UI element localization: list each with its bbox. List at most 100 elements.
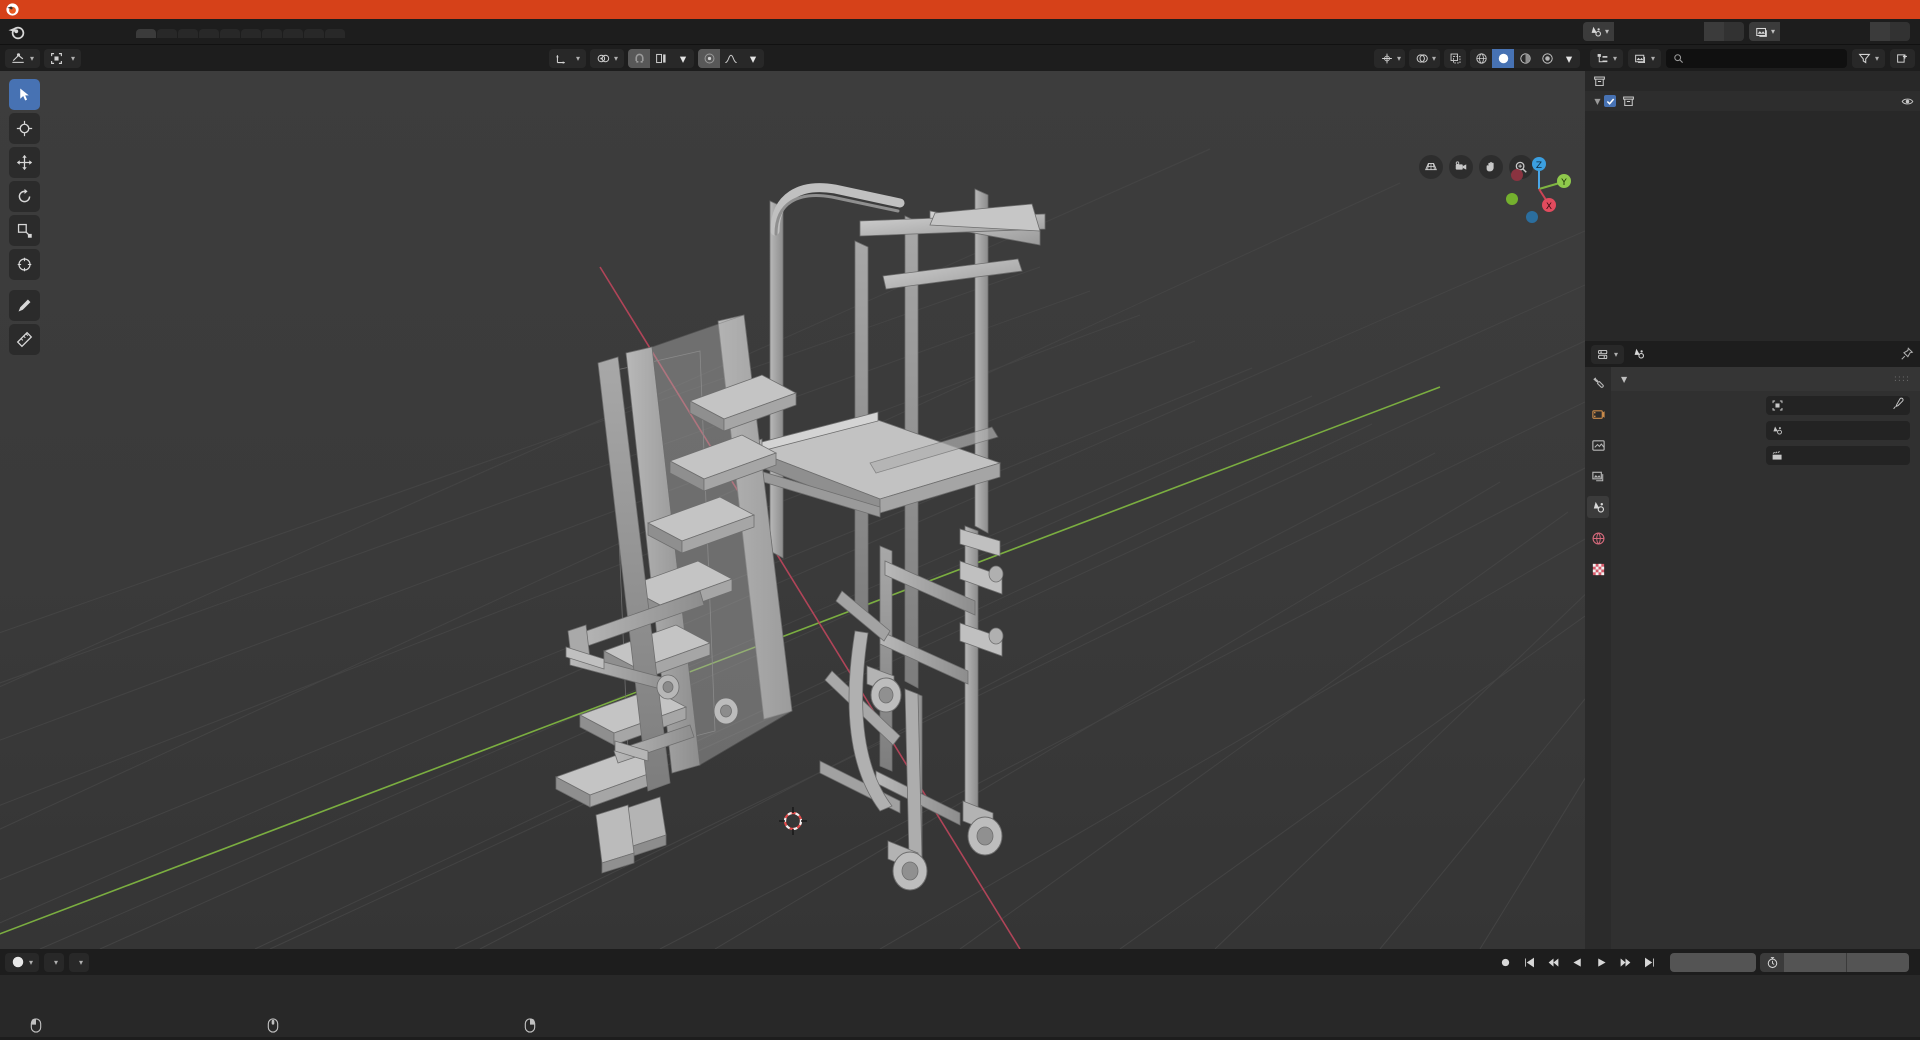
- outliner-search-input[interactable]: [1666, 48, 1847, 68]
- scene-panel-header[interactable]: ▼ ::::: [1611, 367, 1920, 391]
- cursor-tool[interactable]: [9, 113, 40, 144]
- proportional-edit-toggle[interactable]: [698, 48, 721, 68]
- remove-view-layer-button[interactable]: [1890, 22, 1910, 41]
- minimize-button[interactable]: [1788, 0, 1832, 19]
- outliner-new-collection-button[interactable]: [1890, 48, 1915, 68]
- scene-selector[interactable]: ▾: [1582, 22, 1744, 41]
- use-preview-range-icon[interactable]: [1760, 952, 1784, 972]
- eyedropper-icon[interactable]: [1892, 397, 1905, 413]
- show-overlays-controls[interactable]: ▾: [1408, 48, 1440, 68]
- timeline-keying-menu[interactable]: ▾: [69, 952, 90, 972]
- add-workspace-button[interactable]: [346, 30, 362, 36]
- interaction-mode-selector[interactable]: ▾: [44, 48, 82, 68]
- maximize-button[interactable]: [1832, 0, 1876, 19]
- record-icon[interactable]: [1499, 956, 1512, 969]
- pin-icon[interactable]: [1900, 347, 1914, 361]
- previous-keyframe-icon[interactable]: [1547, 956, 1560, 969]
- workspace-tab-rendering[interactable]: [283, 29, 303, 38]
- workspace-tab-modeling[interactable]: [157, 29, 177, 38]
- shading-rendered-button[interactable]: [1536, 49, 1558, 68]
- viewport-menu-view[interactable]: [85, 55, 101, 61]
- current-frame-field[interactable]: [1670, 952, 1756, 972]
- timeline-marker-menu[interactable]: [115, 959, 131, 965]
- toggle-orthographic-button[interactable]: [1419, 155, 1443, 179]
- jump-to-end-icon[interactable]: [1643, 956, 1656, 969]
- outliner-row-collection[interactable]: ▼: [1585, 91, 1920, 111]
- close-button[interactable]: [1876, 0, 1920, 19]
- outliner-tree[interactable]: ▼: [1585, 71, 1920, 341]
- blender-app-icon[interactable]: [7, 22, 27, 42]
- rotate-tool[interactable]: [9, 181, 40, 212]
- unlink-scene-button[interactable]: [1723, 22, 1744, 41]
- menu-edit[interactable]: [50, 29, 68, 35]
- viewport-menu-select[interactable]: [105, 55, 121, 61]
- start-frame-field[interactable]: [1784, 952, 1846, 972]
- render-tab[interactable]: [1587, 403, 1609, 425]
- workspace-tab-scripting[interactable]: [325, 29, 345, 38]
- timeline-playback-menu[interactable]: ▾: [44, 952, 65, 972]
- toggle-xray-button[interactable]: [1444, 49, 1466, 68]
- workspace-tab-texture-paint[interactable]: [220, 29, 240, 38]
- workspace-tab-animation[interactable]: [262, 29, 282, 38]
- shading-options-dropdown[interactable]: ▾: [1558, 49, 1580, 68]
- play-icon[interactable]: [1595, 956, 1608, 969]
- view-layer-selector[interactable]: ▾: [1748, 22, 1910, 41]
- shading-solid-button[interactable]: [1492, 48, 1514, 68]
- workspace-tab-compositing[interactable]: [304, 29, 324, 38]
- scene-name-value[interactable]: [1613, 22, 1704, 41]
- properties-editor-type-selector[interactable]: ▾: [1591, 344, 1625, 364]
- workspace-tab-layout[interactable]: [136, 29, 156, 38]
- timeline-editor-type-selector[interactable]: ▾: [5, 952, 40, 972]
- transform-orientation-selector[interactable]: ▾: [549, 48, 587, 68]
- outliner-display-mode-selector[interactable]: ▾: [1628, 48, 1662, 68]
- editor-type-selector[interactable]: ▾: [5, 48, 41, 68]
- toggle-camera-view-button[interactable]: [1449, 155, 1473, 179]
- menu-render[interactable]: [68, 29, 86, 35]
- select-box-tool[interactable]: [9, 79, 40, 110]
- new-view-layer-button[interactable]: [1870, 22, 1890, 41]
- outliner-editor-type-selector[interactable]: ▾: [1590, 48, 1624, 68]
- falloff-dropdown[interactable]: ▾: [742, 49, 764, 68]
- outliner-row-scene-collection[interactable]: [1585, 71, 1920, 91]
- tool-tab[interactable]: [1587, 372, 1609, 394]
- snap-dropdown[interactable]: ▾: [672, 49, 694, 68]
- background-scene-field[interactable]: [1766, 420, 1910, 440]
- show-gizmo-controls[interactable]: ▾: [1373, 48, 1405, 68]
- world-tab[interactable]: [1587, 527, 1609, 549]
- collection-expand-triangle[interactable]: ▼: [1591, 97, 1604, 106]
- annotate-tool[interactable]: [9, 290, 40, 321]
- move-tool[interactable]: [9, 147, 40, 178]
- collection-visibility-toggle[interactable]: [1901, 95, 1914, 108]
- play-reverse-icon[interactable]: [1571, 956, 1584, 969]
- workspace-tab-shading[interactable]: [241, 29, 261, 38]
- view-layer-tab[interactable]: [1587, 465, 1609, 487]
- new-scene-button[interactable]: [1703, 22, 1724, 41]
- shading-wireframe-button[interactable]: [1470, 49, 1492, 68]
- jump-to-start-icon[interactable]: [1523, 956, 1536, 969]
- texture-tab[interactable]: [1587, 558, 1609, 580]
- end-frame-field[interactable]: [1846, 952, 1909, 972]
- shading-material-button[interactable]: [1514, 49, 1536, 68]
- snap-target-selector[interactable]: [650, 49, 672, 68]
- transform-tool[interactable]: [9, 249, 40, 280]
- scene-tab[interactable]: [1587, 496, 1609, 518]
- menu-help[interactable]: [104, 29, 122, 35]
- snap-magnet-toggle[interactable]: [628, 48, 651, 68]
- workspace-tab-sculpting[interactable]: [178, 29, 198, 38]
- camera-field[interactable]: [1766, 395, 1910, 415]
- workspace-tab-uv-editing[interactable]: [199, 29, 219, 38]
- proportional-falloff-selector[interactable]: [720, 49, 742, 68]
- viewport-canvas[interactable]: Z Y X: [0, 71, 1585, 949]
- viewport-axis-gizmo[interactable]: Z Y X: [1499, 149, 1579, 229]
- outliner-filter-button[interactable]: ▾: [1851, 48, 1885, 68]
- collection-checkbox[interactable]: [1604, 95, 1622, 107]
- active-movie-clip-field[interactable]: [1766, 445, 1910, 465]
- next-keyframe-icon[interactable]: [1619, 956, 1632, 969]
- viewport-menu-add[interactable]: [125, 55, 141, 61]
- measure-tool[interactable]: [9, 324, 40, 355]
- viewport-menu-object[interactable]: [145, 55, 161, 61]
- menu-file[interactable]: [32, 29, 50, 35]
- timeline-ruler[interactable]: [0, 975, 1920, 1013]
- output-tab[interactable]: [1587, 434, 1609, 456]
- menu-window[interactable]: [86, 29, 104, 35]
